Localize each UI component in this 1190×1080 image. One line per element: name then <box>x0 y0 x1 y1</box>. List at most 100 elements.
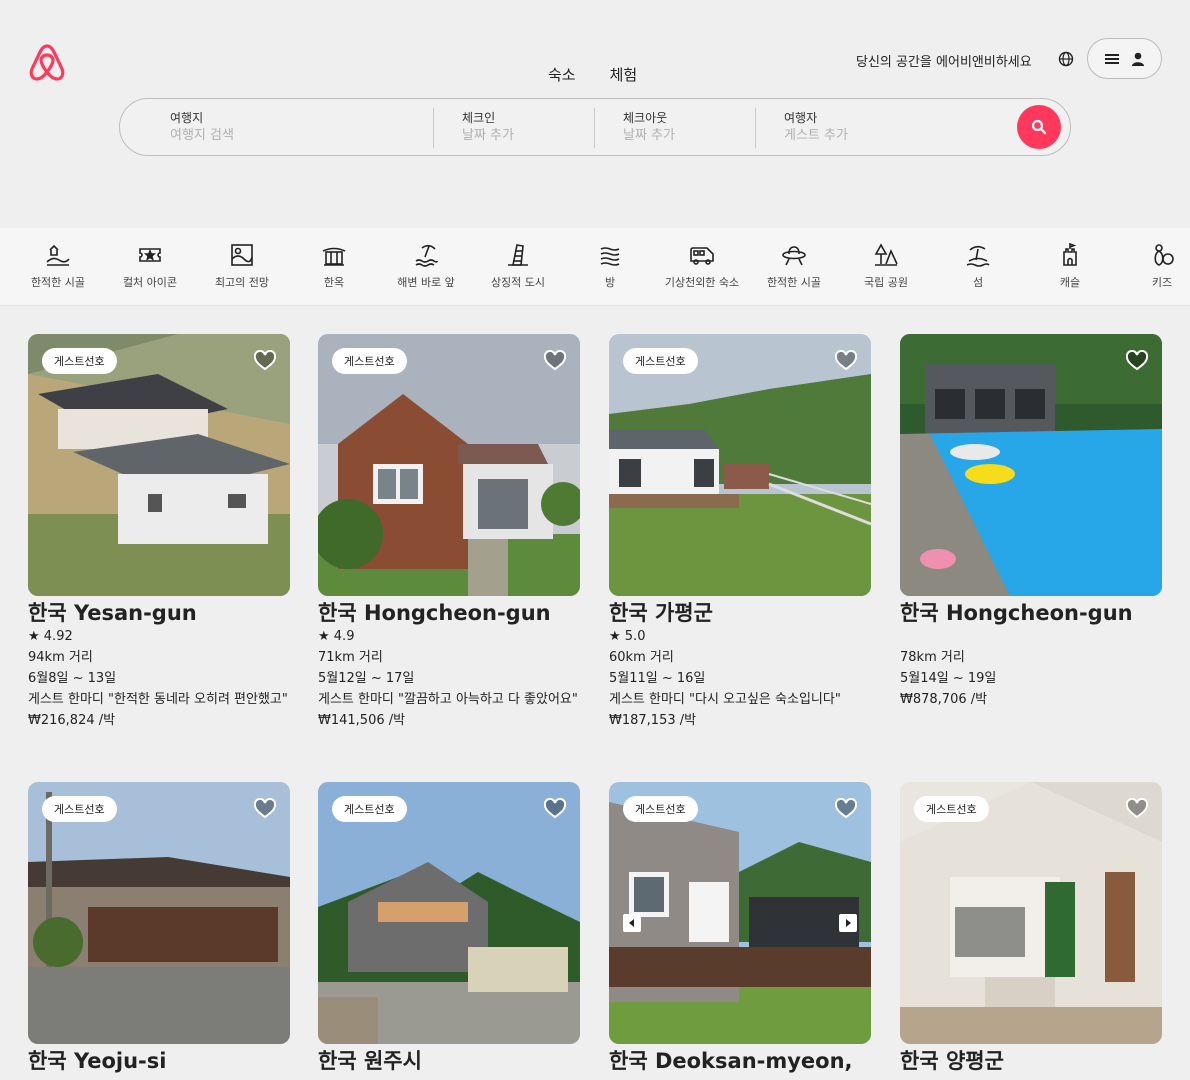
heart-icon[interactable] <box>1126 798 1148 820</box>
listing-card[interactable]: 게스트선호 한국 Deoksan-myeon, <box>609 782 871 1074</box>
listing-card[interactable]: 게스트선호 한국 양평군 <box>900 782 1162 1074</box>
category-kids[interactable]: 키즈 <box>1116 242 1190 290</box>
checkout-input[interactable]: 날짜 추가 <box>623 127 675 145</box>
listing-photo[interactable]: 게스트선호 <box>318 782 580 1044</box>
next-photo-button[interactable] <box>839 914 857 932</box>
host-your-home-link[interactable]: 당신의 공간을 에어비앤비하세요 <box>856 51 1032 70</box>
hamburger-icon <box>1104 53 1119 64</box>
guest-favorite-badge: 게스트선호 <box>332 796 407 822</box>
beachfront-icon <box>415 244 438 267</box>
listing-distance: 60km 거리 <box>609 650 674 665</box>
where-input[interactable]: 여행지 검색 <box>170 127 430 145</box>
listing-photo[interactable]: 게스트선호 <box>609 334 871 596</box>
listing-photo[interactable]: 게스트선호 <box>318 334 580 596</box>
room-icon <box>600 247 620 266</box>
listing-distance: 78km 거리 <box>900 650 965 665</box>
category-omg[interactable]: 기상천외한 숙소 <box>656 242 748 290</box>
listing-photo[interactable]: 게스트선호 <box>900 782 1162 1044</box>
city-icon <box>508 244 528 266</box>
listing-photo[interactable] <box>900 334 1162 596</box>
search-icon <box>1031 119 1047 135</box>
category-label: 기상천외한 숙소 <box>664 276 740 289</box>
listing-title: 한국 Yesan-gun <box>28 601 197 625</box>
category-countryside[interactable]: 한적한 시골 <box>12 242 104 290</box>
category-islands[interactable]: 섬 <box>932 242 1024 290</box>
bus-icon <box>690 247 714 265</box>
guests-input[interactable]: 게스트 추가 <box>784 127 848 145</box>
globe-icon[interactable] <box>1058 51 1074 67</box>
category-label: 캐슬 <box>1059 276 1081 289</box>
castle-icon <box>1063 242 1077 266</box>
user-menu-button[interactable] <box>1087 38 1162 79</box>
guests-field[interactable]: 여행자 게스트 추가 <box>784 109 848 145</box>
category-label: 최고의 전망 <box>214 276 270 289</box>
category-culture[interactable]: 컬처 아이콘 <box>104 242 196 290</box>
heart-icon[interactable] <box>254 798 276 820</box>
listing-title: 한국 가평군 <box>609 601 713 625</box>
category-countryside-2[interactable]: 한적한 시골 <box>748 242 840 290</box>
guest-favorite-badge: 게스트선호 <box>914 796 989 822</box>
where-field[interactable]: 여행지 여행지 검색 <box>170 109 430 145</box>
listing-price: ₩141,506 /박 <box>318 713 406 728</box>
category-label: 방 <box>604 276 616 289</box>
listing-review: 게스트 한마디 "한적한 동네라 오히려 편안했고" <box>28 692 288 707</box>
category-beachfront[interactable]: 해변 바로 앞 <box>380 242 472 290</box>
category-label: 키즈 <box>1151 276 1173 289</box>
listing-title: 한국 Yeoju-si <box>28 1049 167 1073</box>
listing-title: 한국 양평군 <box>900 1049 1004 1073</box>
category-label: 한적한 시골 <box>30 276 86 289</box>
kids-icon <box>1154 244 1174 266</box>
heart-icon[interactable] <box>254 350 276 372</box>
heart-icon[interactable] <box>835 350 857 372</box>
listing-dates: 5월12일 ~ 17일 <box>318 671 415 686</box>
listing-title: 한국 원주시 <box>318 1049 422 1073</box>
listing-photo[interactable]: 게스트선호 <box>28 782 290 1044</box>
island-icon <box>966 245 990 267</box>
category-iconic-cities[interactable]: 상징적 도시 <box>472 242 564 290</box>
listing-price: ₩187,153 /박 <box>609 713 697 728</box>
category-label: 상징적 도시 <box>490 276 546 289</box>
category-rooms[interactable]: 방 <box>564 242 656 290</box>
listing-photo[interactable]: 게스트선호 <box>609 782 871 1044</box>
airbnb-logo-icon[interactable] <box>28 42 66 82</box>
listing-dates: 6월8일 ~ 13일 <box>28 671 117 686</box>
tab-stays[interactable]: 숙소 <box>548 64 576 85</box>
listing-distance: 71km 거리 <box>318 650 383 665</box>
checkout-field[interactable]: 체크아웃 날짜 추가 <box>623 109 675 145</box>
category-national-parks[interactable]: 국립 공원 <box>840 242 932 290</box>
category-views[interactable]: 최고의 전망 <box>196 242 288 290</box>
previous-photo-button[interactable] <box>623 914 641 932</box>
heart-icon[interactable] <box>544 798 566 820</box>
checkin-input[interactable]: 날짜 추가 <box>462 127 514 145</box>
heart-icon[interactable] <box>835 798 857 820</box>
guest-favorite-badge: 게스트선호 <box>42 348 117 374</box>
listing-title: 한국 Deoksan-myeon, <box>609 1049 853 1073</box>
category-label: 컬처 아이콘 <box>122 276 178 289</box>
heart-icon[interactable] <box>1126 350 1148 372</box>
checkin-field[interactable]: 체크인 날짜 추가 <box>462 109 514 145</box>
listing-card[interactable]: 게스트선호 한국 Hongcheon-gun ★ 4.9 71km 거리 5월1… <box>318 334 580 731</box>
tab-experiences[interactable]: 체험 <box>610 64 638 85</box>
listing-card[interactable]: 게스트선호 한국 원주시 <box>318 782 580 1074</box>
guests-label: 여행자 <box>784 111 818 125</box>
search-button[interactable] <box>1017 105 1061 149</box>
nav-tabs: 숙소 체험 <box>548 64 637 85</box>
listing-card[interactable]: 게스트선호 한국 Yeoju-si <box>28 782 290 1074</box>
listing-photo[interactable]: 게스트선호 <box>28 334 290 596</box>
countryside-icon <box>46 244 70 266</box>
category-castles[interactable]: 캐슬 <box>1024 242 1116 290</box>
chevron-left-icon <box>629 919 634 927</box>
category-label: 한옥 <box>323 276 345 289</box>
search-bar: 여행지 여행지 검색 체크인 날짜 추가 체크아웃 날짜 추가 여행자 게스트 … <box>119 98 1071 156</box>
category-hanok[interactable]: 한옥 <box>288 242 380 290</box>
listing-card[interactable]: 게스트선호 한국 Yesan-gun ★ 4.92 94km 거리 6월8일 ~… <box>28 334 290 731</box>
ticket-icon <box>139 248 161 262</box>
category-label: 한적한 시골 <box>766 276 822 289</box>
view-icon <box>231 244 253 266</box>
heart-icon[interactable] <box>544 350 566 372</box>
listing-card[interactable]: 한국 Hongcheon-gun 78km 거리 5월14일 ~ 19일 ₩87… <box>900 334 1162 710</box>
listing-card[interactable]: 게스트선호 한국 가평군 ★ 5.0 60km 거리 5월11일 ~ 16일 게… <box>609 334 871 731</box>
listing-review: 게스트 한마디 "다시 오고싶은 숙소입니다" <box>609 692 841 707</box>
listing-title: 한국 Hongcheon-gun <box>318 601 551 625</box>
divider <box>755 108 756 148</box>
